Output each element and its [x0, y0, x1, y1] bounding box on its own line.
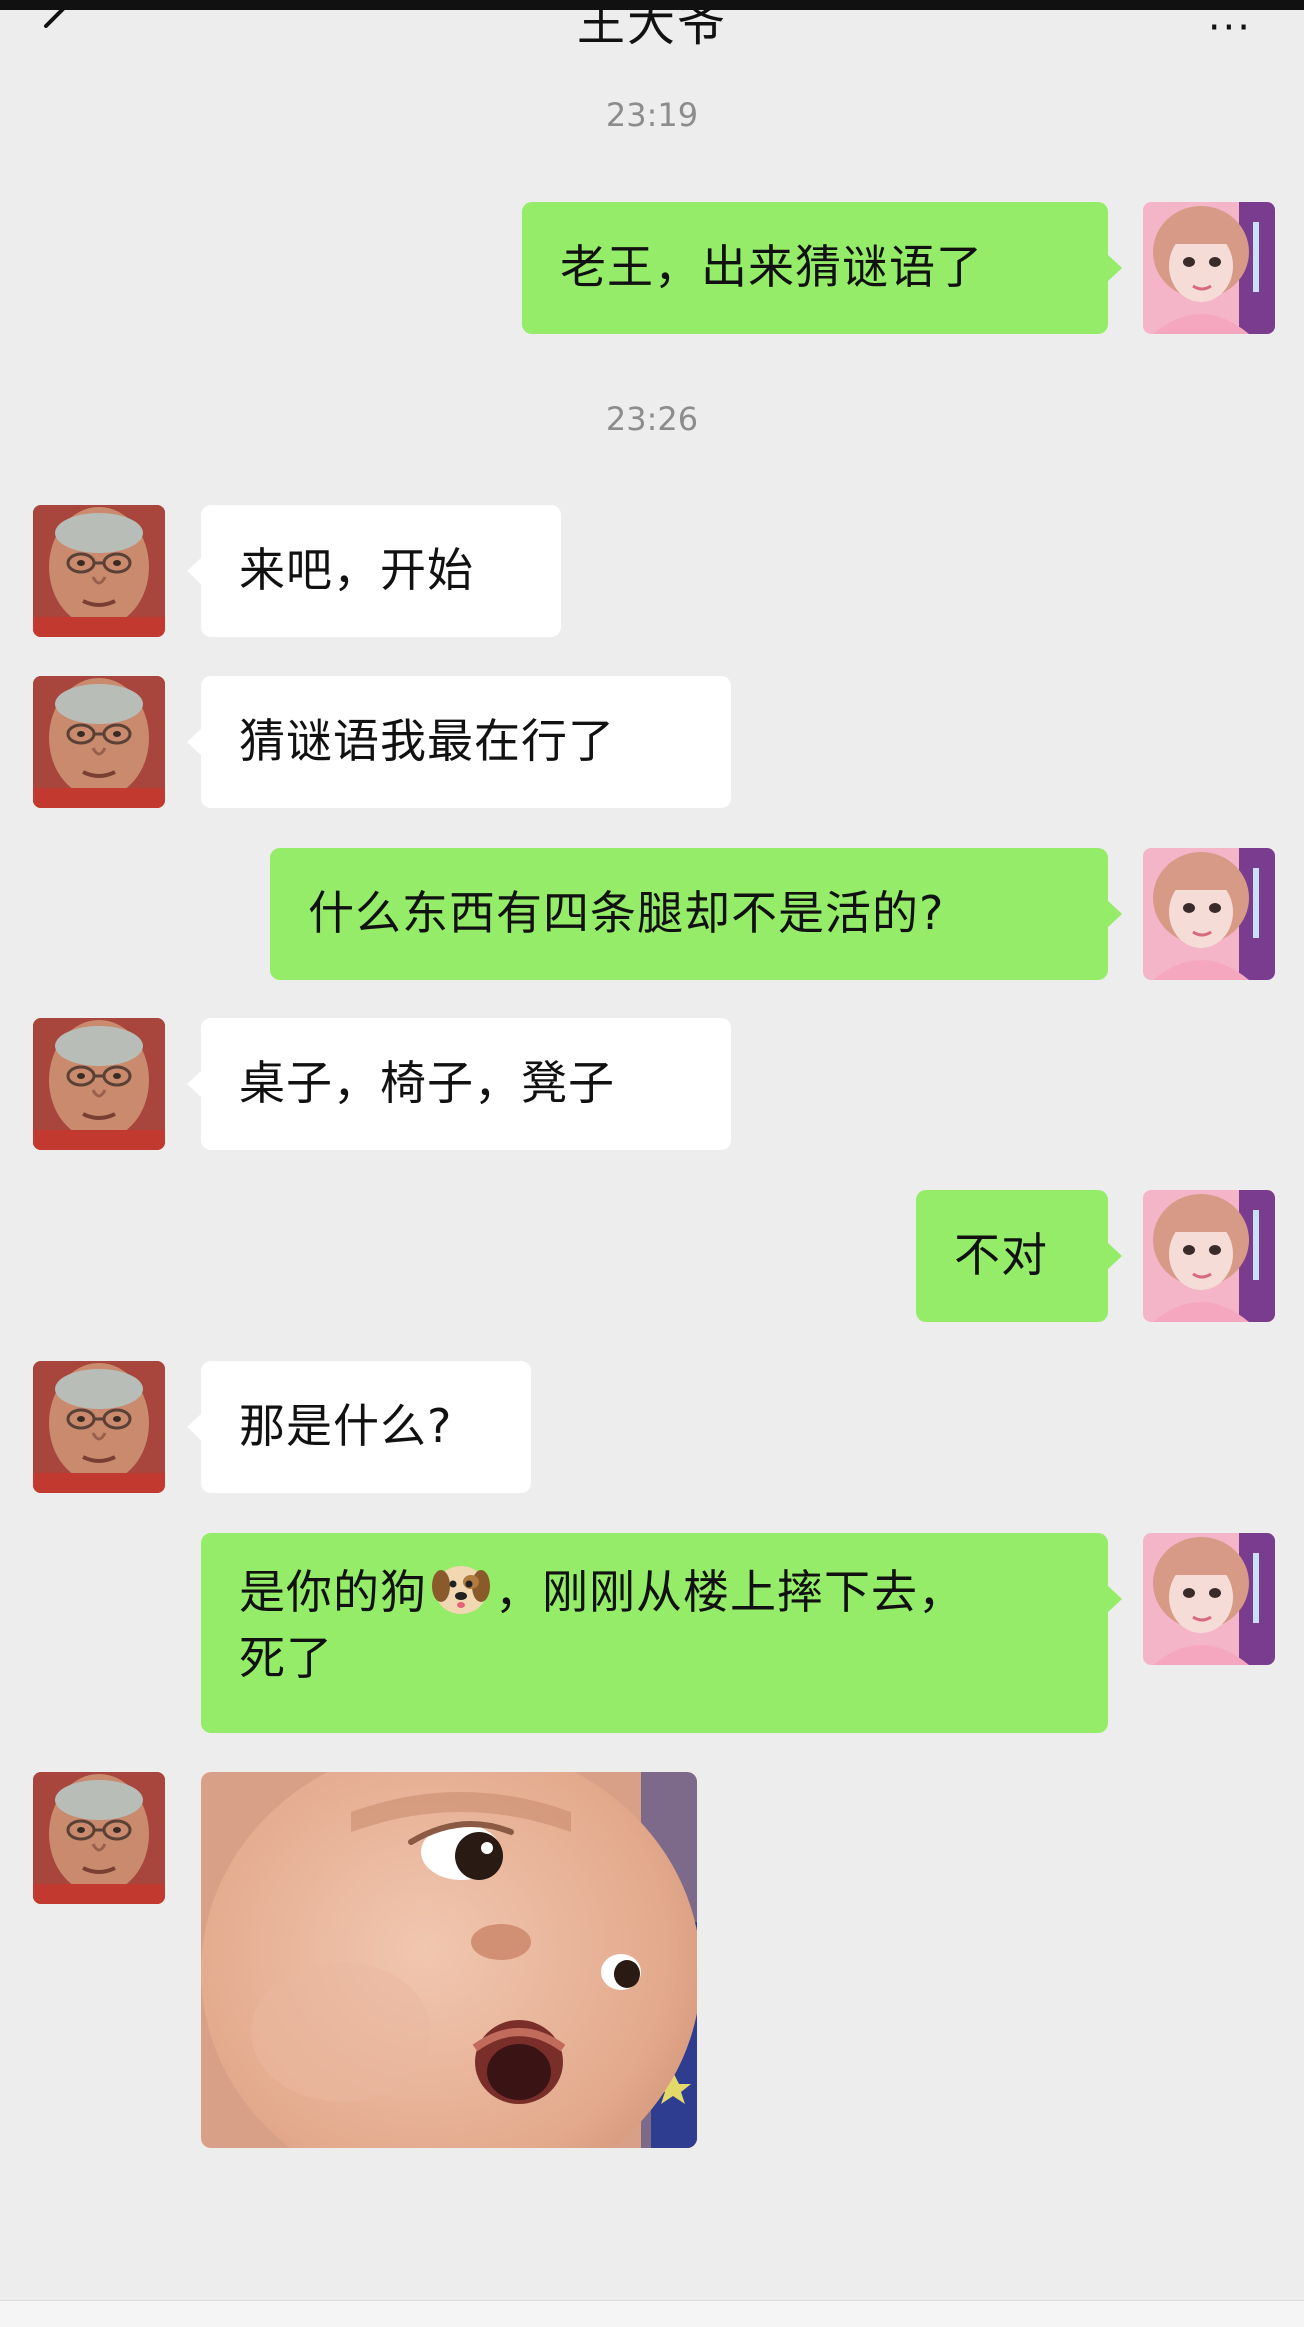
chat-header: 王大爷 ···: [0, 0, 1304, 80]
self-avatar[interactable]: [1143, 1533, 1275, 1665]
message-text: 猜谜语我最在行了: [239, 714, 615, 768]
message-text: 那是什么?: [239, 1399, 453, 1453]
avatar-image: [33, 1018, 165, 1150]
surprised-baby-sticker[interactable]: [201, 1772, 697, 2148]
message-text: 来吧，开始: [239, 543, 474, 597]
message-text: 死了: [239, 1631, 333, 1685]
message-bubble-sent[interactable]: 老王，出来猜谜语了: [522, 202, 1122, 334]
message-text: 老王，出来猜谜语了: [560, 240, 983, 294]
message-text: 不对: [954, 1228, 1048, 1282]
self-avatar[interactable]: [1143, 848, 1275, 980]
message-bubble-received[interactable]: 那是什么?: [187, 1361, 531, 1493]
input-bar-edge: [0, 2300, 1304, 2327]
avatar-image: [33, 1772, 165, 1904]
avatar-image: [1143, 848, 1275, 980]
sticker-image: [201, 1772, 697, 2148]
avatar-image: [33, 676, 165, 808]
dog-face-icon: [432, 1566, 490, 1614]
message-bubble-sent[interactable]: 是你的狗 ，刚刚从楼上摔下去， 死了: [201, 1533, 1122, 1733]
timestamp: 23:19: [605, 96, 699, 134]
avatar-image: [33, 505, 165, 637]
message-bubble-sent[interactable]: 什么东西有四条腿却不是活的?: [270, 848, 1122, 980]
avatar-image: [33, 1361, 165, 1493]
timestamp: 23:26: [605, 400, 699, 438]
avatar-image: [1143, 1533, 1275, 1665]
avatar-image: [1143, 1190, 1275, 1322]
contact-avatar[interactable]: [33, 676, 165, 808]
self-avatar[interactable]: [1143, 202, 1275, 334]
message-bubble-sent[interactable]: 不对: [916, 1190, 1122, 1322]
contact-avatar[interactable]: [33, 1772, 165, 1904]
contact-avatar[interactable]: [33, 505, 165, 637]
message-text: ，刚刚从楼上摔下去，: [495, 1565, 965, 1619]
message-bubble-received[interactable]: 来吧，开始: [187, 505, 561, 637]
contact-avatar[interactable]: [33, 1018, 165, 1150]
message-bubble-received[interactable]: 桌子，椅子，凳子: [187, 1018, 731, 1150]
page-title: 王大爷: [576, 0, 727, 52]
message-text: 是你的狗: [239, 1565, 427, 1619]
self-avatar[interactable]: [1143, 1190, 1275, 1322]
message-text: 桌子，椅子，凳子: [239, 1056, 615, 1110]
contact-avatar[interactable]: [33, 1361, 165, 1493]
chat-screen: 王大爷 ··· 23:19 老王，出来猜谜语了 23:26 来吧，开始 猜谜语我…: [0, 0, 1304, 2327]
more-icon[interactable]: ···: [1208, 8, 1252, 48]
message-text: 什么东西有四条腿却不是活的?: [308, 886, 945, 940]
message-bubble-received[interactable]: 猜谜语我最在行了: [187, 676, 731, 808]
avatar-image: [1143, 202, 1275, 334]
